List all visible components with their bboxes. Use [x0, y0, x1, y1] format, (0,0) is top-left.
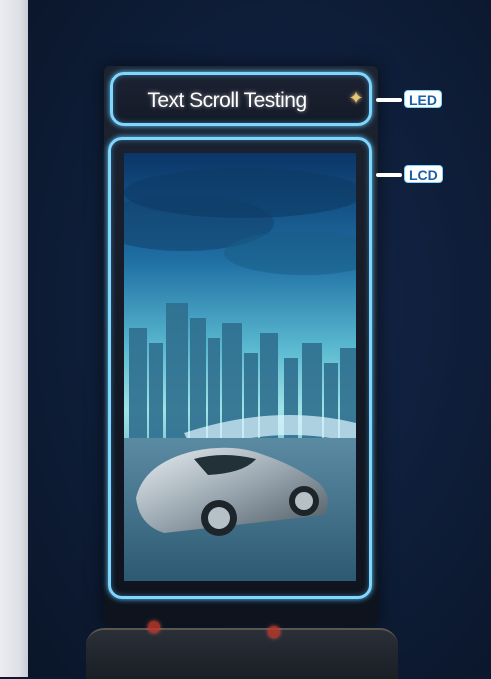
- kiosk-stand: [86, 628, 398, 679]
- led-callout-line: [376, 98, 402, 102]
- background-wall: [0, 0, 28, 677]
- cloud: [124, 168, 356, 218]
- indicator-light: [148, 621, 160, 633]
- lcd-callout-line: [376, 173, 402, 177]
- sparkle-icon: ✦: [348, 88, 364, 108]
- lcd-screen: [124, 153, 356, 581]
- led-label: LED: [404, 90, 442, 108]
- led-scroll-text: Text Scroll Testing: [147, 89, 307, 112]
- lcd-advertisement-image: [124, 153, 356, 581]
- lcd-label: LCD: [404, 165, 443, 183]
- led-panel: Text Scroll Testing ✦: [110, 72, 372, 126]
- indicator-light: [268, 626, 280, 638]
